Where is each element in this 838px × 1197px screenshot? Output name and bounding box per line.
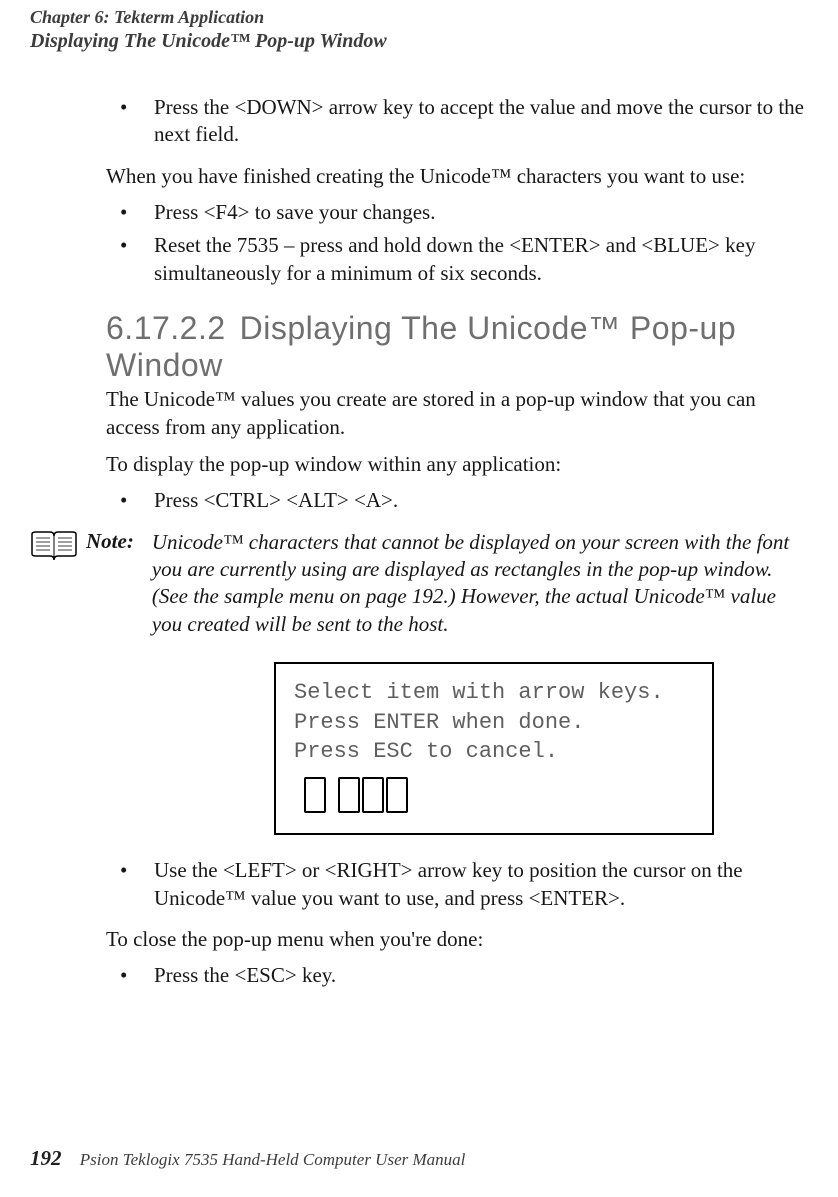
rect-icon [304,777,326,813]
paragraph: To display the pop-up window within any … [106,451,808,479]
list-item: Press <F4> to save your changes. [106,199,808,227]
header-chapter: Chapter 6: Tekterm Application [30,6,808,29]
list-item: Press <CTRL> <ALT> <A>. [106,487,808,515]
bullet-list-2: Press <F4> to save your changes. Reset t… [106,199,808,288]
sample-popup: Select item with arrow keys. Press ENTER… [274,662,714,835]
rect-icon [362,777,384,813]
list-item: Press the <ESC> key. [106,962,808,990]
bullet-list-5: Press the <ESC> key. [106,962,808,990]
paragraph: The Unicode™ values you create are store… [106,386,808,441]
list-item: Reset the 7535 – press and hold down the… [106,232,808,287]
note-label: Note: [86,529,134,554]
header-section-title: Displaying The Unicode™ Pop-up Window [30,29,808,54]
section-number: 6.17.2.2 [106,310,226,346]
page-footer: 192 Psion Teklogix 7535 Hand-Held Comput… [30,1146,465,1171]
bullet-list-1: Press the <DOWN> arrow key to accept the… [106,94,808,149]
paragraph: To close the pop-up menu when you're don… [106,926,808,954]
book-icon [30,530,78,567]
sample-line: Select item with arrow keys. [294,678,696,708]
note-text: Unicode™ characters that cannot be displ… [152,529,808,638]
paragraph: When you have finished creating the Unic… [106,163,808,191]
rect-icon [386,777,408,813]
footer-title: Psion Teklogix 7535 Hand-Held Computer U… [80,1150,466,1169]
section-heading: 6.17.2.2Displaying The Unicode™ Pop-up W… [106,310,808,384]
rect-icon [338,777,360,813]
page-number: 192 [30,1146,62,1170]
list-item: Press the <DOWN> arrow key to accept the… [106,94,808,149]
unicode-placeholder-rects [304,777,696,813]
bullet-list-3: Press <CTRL> <ALT> <A>. [106,487,808,515]
sample-line: Press ESC to cancel. [294,737,696,767]
list-item: Use the <LEFT> or <RIGHT> arrow key to p… [106,857,808,912]
sample-line: Press ENTER when done. [294,708,696,738]
bullet-list-4: Use the <LEFT> or <RIGHT> arrow key to p… [106,857,808,912]
